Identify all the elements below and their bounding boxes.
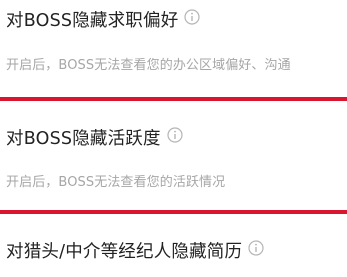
setting-description: 开启后，BOSS无法查看您的活跃情况: [6, 175, 226, 190]
setting-hide-resume-from-agents[interactable]: 对猎头/中介等经纪人隐藏简历: [0, 214, 347, 277]
setting-title: 对猎头/中介等经纪人隐藏简历: [6, 238, 264, 263]
setting-hide-job-preference[interactable]: 对BOSS隐藏求职偏好 开启后，BOSS无法查看您的办公区域偏好、沟通: [0, 0, 347, 96]
info-circle-icon[interactable]: [248, 239, 264, 261]
setting-title: 对BOSS隐藏求职偏好: [6, 7, 200, 32]
info-circle-icon[interactable]: [167, 126, 183, 148]
setting-title-text: 对猎头/中介等经纪人隐藏简历: [6, 242, 243, 262]
setting-title-text: 对BOSS隐藏求职偏好: [6, 11, 179, 31]
setting-hide-activity[interactable]: 对BOSS隐藏活跃度 开启后，BOSS无法查看您的活跃情况: [0, 101, 347, 211]
setting-title-text: 对BOSS隐藏活跃度: [6, 129, 161, 149]
privacy-settings-page: 对BOSS隐藏求职偏好 开启后，BOSS无法查看您的办公区域偏好、沟通 对BOS…: [0, 0, 347, 277]
setting-description: 开启后，BOSS无法查看您的办公区域偏好、沟通: [6, 58, 291, 73]
setting-title: 对BOSS隐藏活跃度: [6, 125, 183, 150]
info-circle-icon[interactable]: [184, 8, 200, 30]
